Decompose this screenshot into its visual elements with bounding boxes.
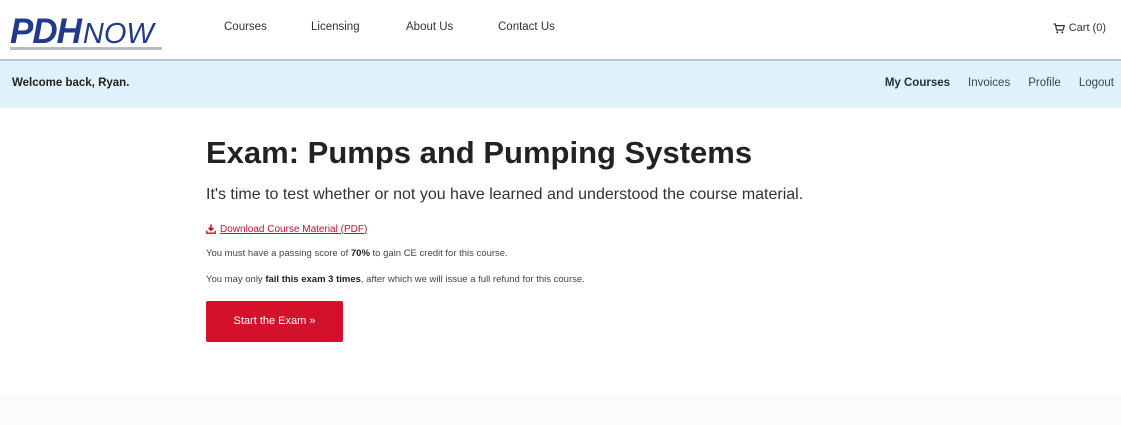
download-icon — [206, 224, 216, 234]
passing-note-after: to gain CE credit for this course. — [369, 248, 508, 259]
logo-now-text: NOW — [82, 18, 154, 50]
nav-about-us[interactable]: About Us — [406, 21, 453, 33]
account-link-invoices[interactable]: Invoices — [968, 77, 1010, 89]
top-navbar: PDH NOW Courses Licensing About Us Conta… — [0, 0, 1121, 61]
download-label: Download Course Material (PDF) — [220, 223, 368, 235]
page: PDH NOW Courses Licensing About Us Conta… — [0, 0, 1121, 425]
passing-score-value: 70% — [350, 248, 370, 259]
welcome-bar: Welcome back, Ryan. My Courses Invoices … — [0, 61, 1121, 108]
account-links: My Courses Invoices Profile Logout — [885, 77, 1114, 89]
pdhnow-logo[interactable]: PDH NOW — [10, 8, 154, 51]
nav-courses[interactable]: Courses — [224, 21, 267, 33]
passing-score-note: You must have a passing score of 70% to … — [206, 247, 1066, 261]
account-link-logout[interactable]: Logout — [1079, 77, 1114, 89]
page-subtitle: It's time to test whether or not you hav… — [206, 186, 804, 203]
download-course-material-link[interactable]: Download Course Material (PDF) — [206, 222, 1066, 236]
page-title: Exam: Pumps and Pumping Systems — [206, 135, 753, 170]
fail-note-after: , after which we will issue a full refun… — [360, 274, 585, 285]
account-link-profile[interactable]: Profile — [1028, 77, 1061, 89]
cart-link[interactable]: Cart (0) — [1053, 22, 1106, 34]
nav-contact-us[interactable]: Contact Us — [498, 21, 555, 33]
logo-pdh-text: PDH — [10, 12, 82, 51]
start-exam-button[interactable]: Start the Exam » — [206, 301, 343, 342]
fail-note-before: You may only — [206, 274, 266, 285]
nav-licensing[interactable]: Licensing — [311, 21, 360, 33]
fail-limit-value: fail this exam 3 times — [265, 274, 361, 285]
fail-limit-note: You may only fail this exam 3 times, aft… — [206, 273, 1066, 287]
exam-content: Exam: Pumps and Pumping Systems It's tim… — [206, 135, 1066, 342]
account-link-my-courses[interactable]: My Courses — [885, 77, 950, 89]
logo-underline — [10, 47, 162, 50]
welcome-greeting: Welcome back, Ryan. — [12, 77, 130, 89]
passing-note-before: You must have a passing score of — [206, 248, 351, 259]
cart-icon — [1053, 22, 1065, 34]
cart-label: Cart (0) — [1068, 22, 1106, 34]
footer-area — [0, 395, 1121, 425]
